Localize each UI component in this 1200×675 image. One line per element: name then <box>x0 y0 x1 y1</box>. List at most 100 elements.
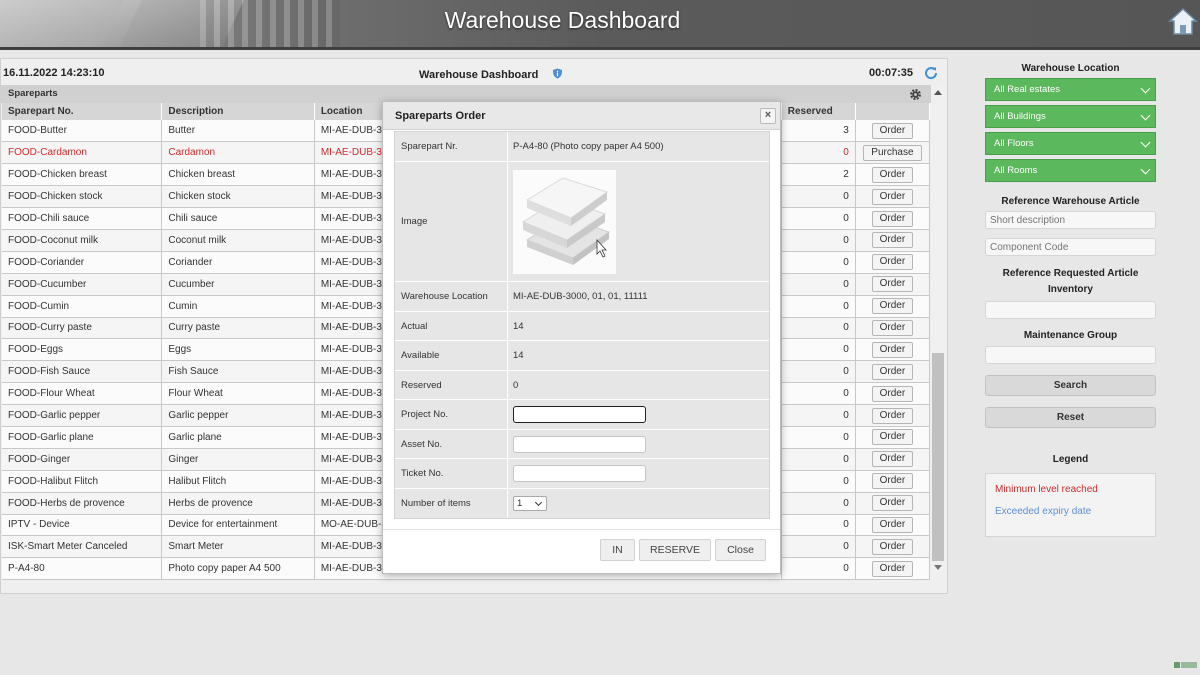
building-dropdown[interactable]: All Buildings <box>985 105 1156 128</box>
order-button[interactable]: Order <box>871 341 914 358</box>
ticket-no-input[interactable] <box>513 465 646 482</box>
cell-description: Garlic pepper <box>161 404 315 427</box>
cell-action: Order <box>855 163 931 187</box>
scroll-up-arrow-icon[interactable] <box>934 90 942 95</box>
cell-sparepart-no: FOOD-Chicken breast <box>2 163 163 187</box>
shield-info-icon[interactable] <box>552 68 563 79</box>
filter-panel: Warehouse Location All Real estates All … <box>985 60 1156 465</box>
cell-description: Coconut milk <box>161 229 315 252</box>
col-header-sparepart-no[interactable]: Sparepart No. <box>2 103 163 120</box>
order-button[interactable]: Order <box>871 473 914 490</box>
order-button[interactable]: Order <box>871 254 914 271</box>
cell-action: Order <box>855 229 931 252</box>
cell-action: Purchase <box>855 141 931 165</box>
order-button[interactable]: Order <box>871 276 914 293</box>
floor-dropdown[interactable]: All Floors <box>985 132 1156 155</box>
close-button[interactable]: Close <box>715 539 766 561</box>
project-no-input[interactable] <box>513 406 646 423</box>
order-button[interactable]: Order <box>871 298 914 315</box>
reserved-value: 0 <box>513 379 519 391</box>
cell-action: Order <box>855 470 931 493</box>
cell-description: Garlic plane <box>161 426 315 449</box>
order-button[interactable]: Order <box>871 166 914 183</box>
order-button[interactable]: Order <box>871 319 914 336</box>
current-datetime: 16.11.2022 14:23:10 <box>3 67 105 79</box>
row-sparepart: Sparepart Nr. P-A4-80 (Photo copy paper … <box>395 132 769 162</box>
cell-sparepart-no: P-A4-80 <box>2 557 163 581</box>
cell-action: Order <box>855 535 931 559</box>
ticket-label: Ticket No. <box>395 459 508 488</box>
order-button[interactable]: Order <box>871 495 914 512</box>
order-button[interactable]: Order <box>871 516 914 533</box>
component-code-input[interactable] <box>985 238 1156 256</box>
cell-reserved: 0 <box>781 251 856 274</box>
room-dropdown[interactable]: All Rooms <box>985 159 1156 182</box>
requested-article-input[interactable] <box>985 301 1156 319</box>
order-button[interactable]: Order <box>871 210 914 227</box>
cell-action: Order <box>855 404 931 427</box>
product-image <box>513 169 616 274</box>
chevron-down-icon <box>1140 164 1151 175</box>
cell-sparepart-no: FOOD-Butter <box>2 120 163 143</box>
order-button[interactable]: Order <box>871 560 914 577</box>
info-bar: 16.11.2022 14:23:10 Warehouse Dashboard … <box>1 59 947 85</box>
scroll-down-arrow-icon[interactable] <box>934 565 942 570</box>
cell-reserved: 0 <box>781 426 856 449</box>
order-button[interactable]: Order <box>871 385 914 402</box>
refresh-icon[interactable] <box>923 65 939 81</box>
asset-no-input[interactable] <box>513 435 646 453</box>
row-available: Available 14 <box>395 341 769 371</box>
search-button[interactable]: Search <box>985 375 1156 396</box>
col-header-description[interactable]: Description <box>161 103 315 120</box>
order-button[interactable]: Order <box>871 407 914 424</box>
home-icon[interactable] <box>1168 6 1198 36</box>
legend-heading: Legend <box>1052 454 1089 465</box>
real-estate-dropdown[interactable]: All Real estates <box>985 78 1156 101</box>
cell-reserved: 0 <box>781 273 856 296</box>
cell-action: Order <box>855 448 931 471</box>
legend-min-level: Minimum level reached <box>995 484 1098 495</box>
cell-action: Order <box>855 251 931 274</box>
row-actual: Actual 14 <box>395 312 769 341</box>
sparepart-label: Sparepart Nr. <box>395 132 508 161</box>
items-cell: 1 <box>509 489 769 518</box>
gear-icon[interactable] <box>908 87 923 102</box>
scroll-thumb[interactable] <box>932 353 944 561</box>
cell-sparepart-no: FOOD-Cumin <box>2 295 163 318</box>
reset-button[interactable]: Reset <box>985 407 1156 428</box>
warehouse-location-heading: Warehouse Location <box>1021 63 1120 74</box>
maintenance-group-input[interactable] <box>985 346 1156 364</box>
cell-action: Order <box>855 514 931 537</box>
reserved-label: Reserved <box>395 371 508 399</box>
order-button[interactable]: Order <box>871 363 914 380</box>
cell-reserved: 3 <box>781 120 856 143</box>
cell-description: Device for entertainment <box>161 514 315 537</box>
cell-description: Butter <box>161 120 315 143</box>
order-button[interactable]: Order <box>871 122 914 139</box>
order-button[interactable]: Order <box>871 232 914 249</box>
row-image: Image <box>395 162 769 282</box>
cell-reserved: 0 <box>781 207 856 230</box>
order-button[interactable]: Order <box>871 188 914 205</box>
close-icon[interactable]: × <box>760 108 776 124</box>
cell-action: Order <box>855 426 931 449</box>
cell-description: Herbs de provence <box>161 492 315 515</box>
col-header-reserved[interactable]: Reserved <box>781 103 856 120</box>
grid-scrollbar[interactable] <box>931 85 945 573</box>
cell-action: Order <box>855 273 931 296</box>
asset-label: Asset No. <box>395 430 508 458</box>
number-of-items-select[interactable]: 1 <box>513 496 547 511</box>
order-button[interactable]: Order <box>871 538 914 555</box>
purchase-button[interactable]: Purchase <box>863 144 922 161</box>
chevron-down-icon <box>1140 83 1151 94</box>
cell-reserved: 0 <box>781 404 856 427</box>
reserve-button[interactable]: RESERVE <box>639 539 711 561</box>
short-description-input[interactable] <box>985 211 1156 229</box>
cell-action: Order <box>855 338 931 362</box>
order-button[interactable]: Order <box>871 429 914 446</box>
cell-description: Eggs <box>161 338 315 362</box>
order-button[interactable]: Order <box>871 451 914 468</box>
in-button[interactable]: IN <box>600 539 635 561</box>
cell-description: Cardamon <box>161 141 315 165</box>
cell-reserved: 0 <box>781 295 856 318</box>
